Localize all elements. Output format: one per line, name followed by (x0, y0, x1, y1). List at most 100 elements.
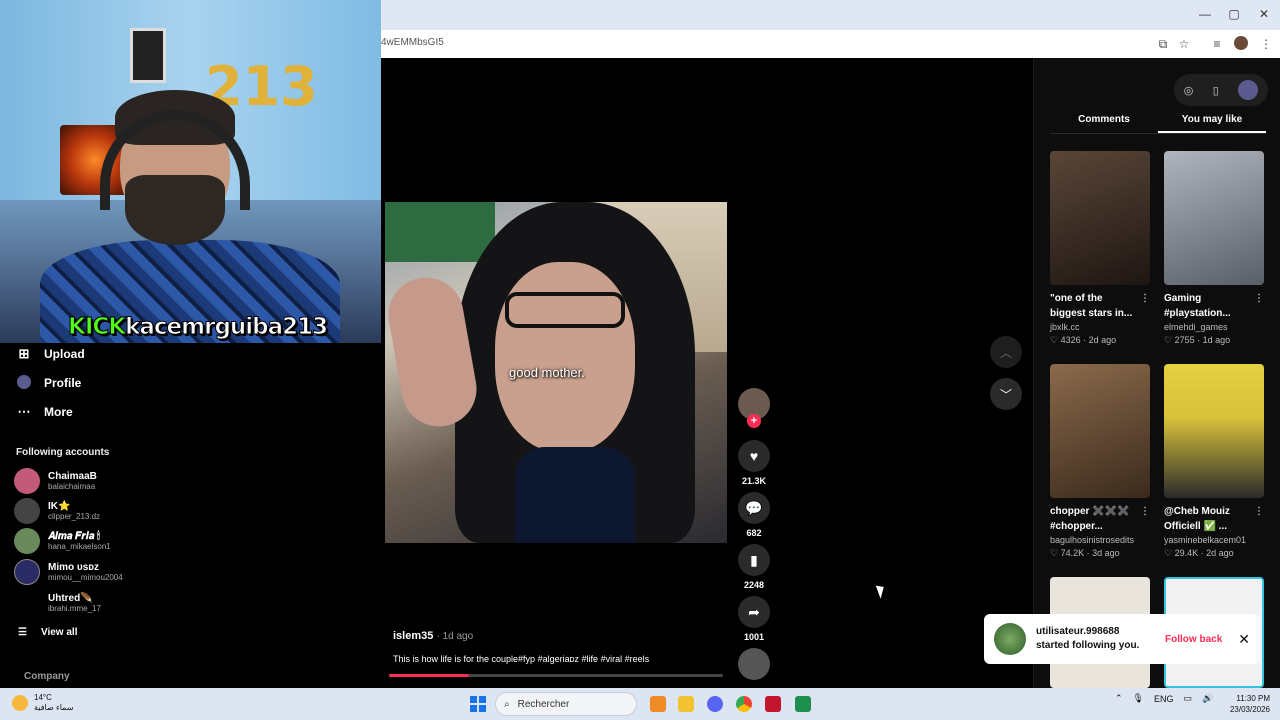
card-meta: ♡ 2755 · 1d ago (1164, 335, 1231, 345)
microphone-icon[interactable]: 🎙 (1133, 693, 1144, 704)
media-icon[interactable]: ≡ (1209, 36, 1225, 52)
bookmark-icon: ▮ (738, 544, 770, 576)
star-icon[interactable]: ☆ (1176, 36, 1192, 52)
following-account[interactable]: ChaimaaB balaichaimaa (14, 467, 97, 495)
heart-icon: ♡ (1164, 335, 1173, 345)
video-author[interactable]: islem35 · 1d ago (393, 630, 473, 642)
system-tray: ⌃ 🎙 ENG ▭ 🔊 (1115, 693, 1213, 704)
video-face (495, 262, 635, 452)
url-text[interactable]: 4wEMMbsGI5 (381, 37, 444, 48)
suggested-video-card[interactable]: ⋮ chopper ✖️✖️✖️ #chopper... bagulhosinis… (1050, 364, 1150, 559)
video-thumbnail[interactable] (1164, 364, 1264, 498)
suggested-video-card[interactable]: ⋮ "one of the biggest stars in... jbxlk.c… (1050, 151, 1150, 346)
notification-avatar (994, 623, 1026, 655)
taskbar-search[interactable]: ⌕ Rechercher (495, 692, 637, 716)
close-window-button[interactable]: ✕ (1252, 6, 1276, 22)
kick-logo: KICK (67, 314, 126, 341)
search-placeholder: Rechercher (517, 698, 570, 710)
card-title: "one of the biggest stars in... (1050, 293, 1133, 319)
nav-upload-label: Upload (44, 347, 85, 361)
heart-icon: ♡ (1050, 335, 1059, 345)
card-user[interactable]: bagulhosinistrosedits (1050, 535, 1150, 545)
brave-icon[interactable] (650, 696, 666, 712)
share-button[interactable]: ➦ 1001 (738, 596, 770, 642)
tab-comments[interactable]: Comments (1050, 114, 1158, 133)
follow-plus-button[interactable]: + (747, 414, 761, 428)
clock[interactable]: 11:30 PM 23/03/2026 (1228, 693, 1270, 715)
close-icon[interactable]: ✕ (1238, 631, 1250, 648)
weather-desc: سماء صافية (34, 703, 74, 712)
minimize-button[interactable]: — (1193, 6, 1217, 22)
android-app-icon[interactable] (795, 696, 811, 712)
menu-icon[interactable]: ⋮ (1258, 36, 1274, 52)
video-thumbnail[interactable] (1050, 364, 1150, 498)
panel-tabs: Comments You may like (1050, 114, 1266, 134)
suggested-video-card[interactable]: ⋮ Gaming #playstation... elmehdi_games ♡ … (1164, 151, 1264, 346)
author-name[interactable]: islem35 (393, 630, 433, 642)
search-icon: ⌕ (504, 698, 510, 710)
nav-profile[interactable]: Profile (16, 372, 81, 394)
video-thumbnail[interactable] (1164, 151, 1264, 285)
chrome-icon[interactable] (736, 696, 752, 712)
discord-icon[interactable] (707, 696, 723, 712)
follow-notification: utilisateur.998688 started following you… (984, 614, 1260, 664)
maximize-button[interactable]: ▢ (1222, 6, 1246, 22)
nav-upload[interactable]: ⊞ Upload (16, 343, 85, 365)
profile-icon (16, 374, 32, 392)
compass-icon[interactable]: ◎ (1184, 84, 1194, 97)
folder-icon[interactable] (678, 696, 694, 712)
like-button[interactable]: ♥ 21.3K (738, 440, 770, 486)
suggested-video-card[interactable]: ⋮ @Cheb Mouiz Officiell ✅ ... yasminebelk… (1164, 364, 1264, 559)
more-icon: ⋯ (17, 404, 31, 419)
profile-avatar[interactable] (1233, 36, 1249, 52)
comment-count: 682 (746, 528, 762, 538)
post-age: · 1d ago (436, 631, 474, 642)
nav-more[interactable]: ⋯ More (16, 401, 73, 423)
follow-back-button[interactable]: Follow back (1165, 634, 1222, 645)
following-account[interactable]: IK⭐ clipper_213.dz (14, 497, 100, 525)
start-button[interactable] (470, 696, 486, 712)
next-video-button[interactable]: ﹀ (990, 378, 1022, 410)
company-link[interactable]: Company (24, 671, 70, 682)
account-name: ChaimaaB (48, 471, 97, 482)
sound-avatar[interactable] (738, 648, 770, 680)
account-handle: mimou__mimou2004 (48, 573, 123, 582)
card-meta: ♡ 74.2K · 3d ago (1050, 548, 1120, 558)
tab-you-may-like[interactable]: You may like (1158, 114, 1266, 133)
share-count: 1001 (743, 632, 765, 642)
weather-widget[interactable]: 14°C سماء صافية (12, 693, 74, 713)
video-thumbnail[interactable] (1050, 151, 1150, 285)
comment-button[interactable]: 💬 682 (738, 492, 770, 538)
device-icon[interactable]: ▯ (1213, 84, 1219, 97)
notification-user: utilisateur.998688 (1036, 626, 1120, 637)
following-account[interactable]: Uhtred🪶 ibrahi.mme_17 (14, 589, 101, 617)
previous-video-button[interactable]: ︿ (990, 336, 1022, 368)
more-options-icon[interactable]: ⋮ (1140, 291, 1150, 306)
card-user[interactable]: jbxlk.cc (1050, 322, 1150, 332)
card-title: Gaming #playstation... (1164, 293, 1231, 319)
following-account[interactable]: Mimo ᴜsᴅᴢ mimou__mimou2004 (14, 558, 123, 586)
save-button[interactable]: ▮ 2248 (738, 544, 770, 590)
video-player[interactable]: good mother. (385, 202, 727, 543)
video-caption: good mother. (509, 365, 585, 380)
cast-icon[interactable]: ⧉ (1155, 36, 1171, 52)
account-avatar (14, 468, 40, 494)
more-options-icon[interactable]: ⋮ (1140, 504, 1150, 519)
following-account[interactable]: 𝑨𝒍𝒎𝒂 𝑭𝒓𝒊𝒂 🕯 hana_mikaelson1 (14, 527, 111, 555)
network-icon[interactable]: ▭ (1184, 693, 1193, 704)
notification-text: started following you. (1036, 640, 1140, 651)
volume-icon[interactable]: 🔊 (1202, 693, 1213, 704)
card-title: @Cheb Mouiz Officiell ✅ ... (1164, 506, 1230, 532)
view-all-link[interactable]: ☰ View all (18, 627, 77, 638)
app-a-icon[interactable] (765, 696, 781, 712)
card-meta: ♡ 29.4K · 2d ago (1164, 548, 1234, 558)
chevron-up-icon[interactable]: ⌃ (1115, 693, 1123, 704)
user-avatar[interactable] (1238, 80, 1259, 100)
more-options-icon[interactable]: ⋮ (1254, 291, 1264, 306)
video-progress-bar[interactable] (389, 674, 723, 677)
more-options-icon[interactable]: ⋮ (1254, 504, 1264, 519)
card-user[interactable]: yasminebelkacem01 (1164, 535, 1264, 545)
card-user[interactable]: elmehdi_games (1164, 322, 1264, 332)
language-indicator[interactable]: ENG (1154, 694, 1174, 704)
address-bar[interactable]: 4wEMMbsGI5 ⧉ ☆ ≡ ⋮ (381, 30, 1280, 58)
